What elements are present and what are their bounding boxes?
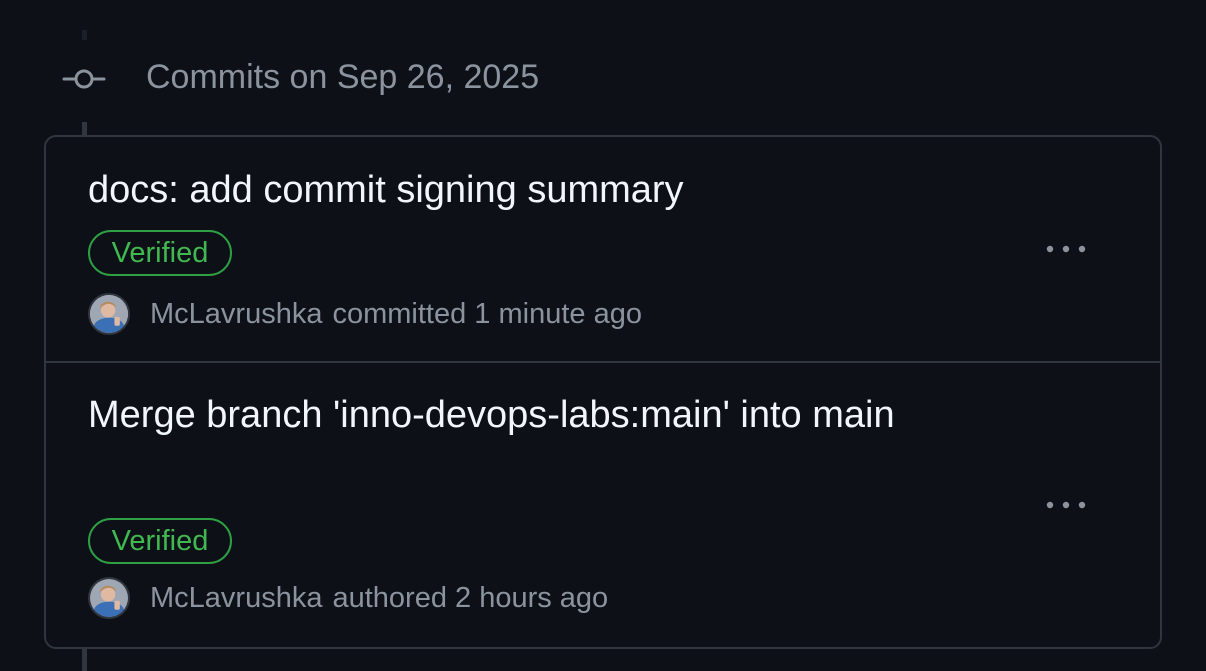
timeline-line-top: [82, 30, 87, 40]
commit-title-link[interactable]: docs: add commit signing summary: [88, 160, 938, 221]
user-avatar[interactable]: [88, 577, 130, 619]
user-avatar[interactable]: [88, 293, 130, 335]
commit-action-text: committed 1 minute ago: [332, 297, 642, 330]
commits-page: Commits on Sep 26, 2025 docs: add commit…: [0, 0, 1206, 671]
commit-title-link[interactable]: Merge branch 'inno-devops-labs:main' int…: [88, 385, 938, 446]
commit-author-link[interactable]: McLavrushka: [150, 298, 322, 331]
more-actions-icon[interactable]: [1044, 495, 1094, 515]
commit-meta: McLavrushka committed 1 minute ago: [88, 291, 642, 337]
commit-row: docs: add commit signing summary Verifie…: [46, 137, 1160, 363]
commit-list: docs: add commit signing summary Verifie…: [44, 135, 1162, 649]
commit-group-title: Commits on Sep 26, 2025: [146, 58, 540, 96]
git-commit-icon: [62, 69, 106, 89]
verified-badge[interactable]: Verified: [88, 518, 232, 564]
verified-badge[interactable]: Verified: [88, 230, 232, 276]
more-actions-icon[interactable]: [1044, 239, 1094, 259]
commit-action-text: authored 2 hours ago: [332, 581, 609, 614]
commit-row: Merge branch 'inno-devops-labs:main' int…: [46, 363, 1160, 647]
commit-meta: McLavrushka authored 2 hours ago: [88, 575, 608, 621]
commit-author-link[interactable]: McLavrushka: [150, 582, 322, 615]
